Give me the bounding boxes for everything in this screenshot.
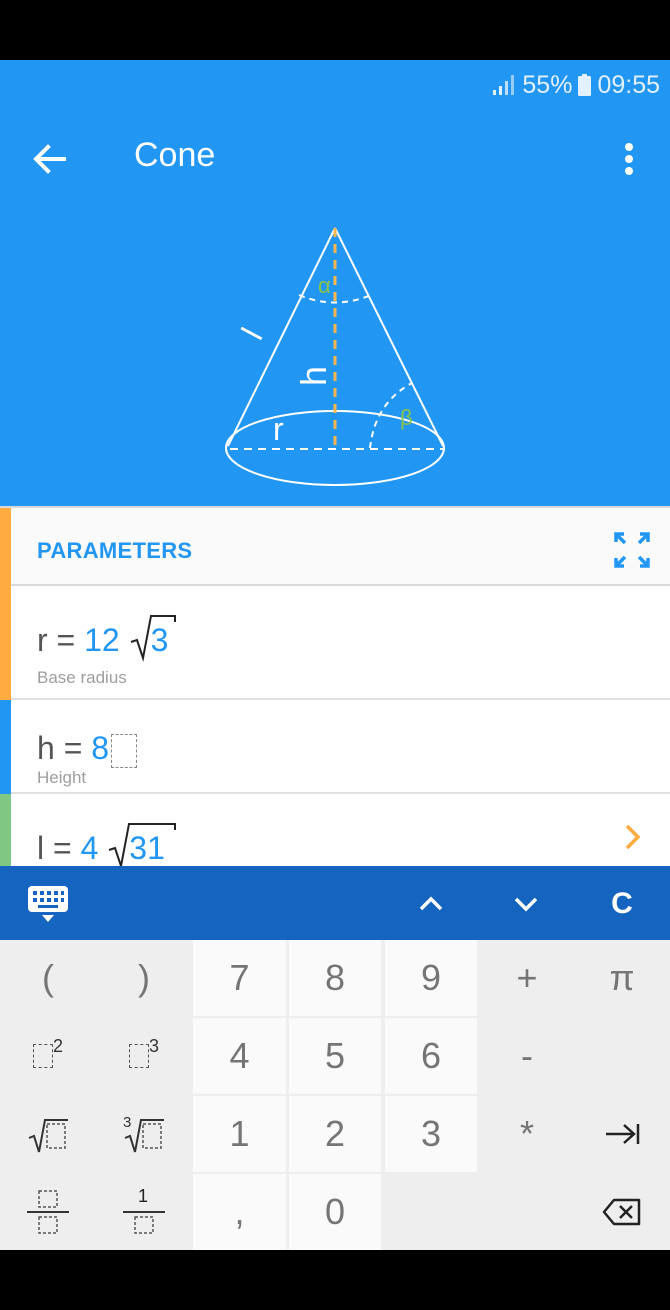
app-bar: Cone: [0, 118, 670, 198]
signal-icon: [493, 75, 515, 95]
radius-label: Base radius: [37, 668, 127, 687]
radius-formula[interactable]: r = 12 3: [37, 615, 176, 662]
row-accent-stripe: [0, 588, 11, 700]
key-fraction[interactable]: [0, 1174, 96, 1250]
sqrt-expression: 3: [129, 615, 176, 662]
h-label: h: [293, 366, 334, 386]
key-left-paren[interactable]: (: [0, 940, 96, 1016]
parameters-header: PARAMETERS: [0, 506, 670, 588]
r-label: r: [273, 411, 284, 447]
key-plus[interactable]: +: [480, 940, 574, 1016]
equals: =: [56, 622, 76, 658]
sqrt-sign-icon: [108, 823, 177, 866]
key-square[interactable]: 2: [0, 1018, 96, 1094]
key-square-root[interactable]: [0, 1096, 96, 1172]
key-3[interactable]: 3: [385, 1096, 477, 1172]
row-accent-stripe: [0, 700, 11, 794]
variable: r: [37, 622, 48, 658]
key-4[interactable]: 4: [193, 1018, 286, 1094]
key-minus[interactable]: -: [480, 1018, 574, 1094]
square-root-icon: [28, 1119, 68, 1153]
reciprocal-numerator: 1: [138, 1186, 149, 1206]
parameter-row-radius[interactable]: r = 12 3 Base radius: [0, 588, 670, 700]
header-accent-stripe: [0, 508, 11, 588]
clear-button[interactable]: C: [600, 882, 644, 926]
key-5[interactable]: 5: [289, 1018, 381, 1094]
variable: h: [37, 730, 55, 766]
key-next-field[interactable]: [574, 1096, 670, 1172]
cube-root-index: 3: [123, 1114, 132, 1131]
chevron-right-icon[interactable]: [620, 822, 646, 852]
key-backspace[interactable]: [574, 1174, 670, 1250]
cube-exponent: 3: [148, 1036, 159, 1056]
tab-arrow-icon: [606, 1124, 640, 1144]
key-9[interactable]: 9: [385, 940, 477, 1016]
parameter-row-height[interactable]: h = 8 Height: [0, 700, 670, 794]
keyboard-toolbar: C: [0, 866, 670, 940]
clock: 09:55: [597, 70, 660, 99]
back-arrow-icon[interactable]: [28, 136, 74, 182]
equals: =: [63, 730, 83, 766]
sqrt-sign-icon: [130, 615, 176, 662]
key-cube-root[interactable]: 3: [96, 1096, 192, 1172]
row-accent-stripe: [0, 794, 11, 866]
fraction-icon: [27, 1190, 69, 1234]
battery-percent: 55%: [522, 70, 573, 99]
l-label: l: [234, 322, 269, 345]
status-bar-background: [0, 0, 670, 60]
coefficient: 4: [80, 830, 99, 866]
key-1[interactable]: 1: [193, 1096, 286, 1172]
value: 8: [91, 730, 110, 766]
variable: l: [37, 830, 45, 866]
navigation-bar-background: [0, 1250, 670, 1310]
height-label: Height: [37, 768, 87, 787]
key-comma[interactable]: ,: [193, 1174, 286, 1250]
keyboard-hide-icon[interactable]: [26, 884, 70, 924]
cone-diagram: α β h r l: [225, 227, 446, 486]
placeholder-box-icon: [32, 1044, 53, 1068]
key-6[interactable]: 6: [385, 1018, 477, 1094]
slant-formula[interactable]: l = 4 31: [37, 823, 177, 866]
chevron-down-icon[interactable]: [510, 888, 542, 920]
key-reciprocal[interactable]: 1: [96, 1174, 192, 1250]
fullscreen-icon[interactable]: [612, 530, 652, 570]
parameter-row-slant[interactable]: l = 4 31: [0, 794, 670, 866]
key-cube[interactable]: 3: [96, 1018, 192, 1094]
parameters-title: PARAMETERS: [37, 538, 193, 563]
math-keypad: ( ) 7 8 9 + π 2 3 4 5 6 - 3 1 2 3 * 1 , …: [0, 940, 670, 1250]
placeholder-box-icon: [128, 1044, 149, 1068]
square-exponent: 2: [52, 1036, 63, 1056]
parameters-section: PARAMETERS r = 12 3 Base radius h = 8 He…: [0, 506, 670, 866]
key-0[interactable]: 0: [289, 1174, 381, 1250]
page-title: Cone: [134, 136, 216, 174]
backspace-icon: [602, 1198, 641, 1226]
sqrt-expression: 31: [107, 823, 177, 866]
height-formula[interactable]: h = 8: [37, 730, 138, 768]
chevron-up-icon[interactable]: [415, 888, 447, 920]
key-pi[interactable]: π: [574, 940, 670, 1016]
key-multiply[interactable]: *: [480, 1096, 574, 1172]
key-8[interactable]: 8: [289, 940, 381, 1016]
equals: =: [53, 830, 72, 866]
input-placeholder-box[interactable]: [111, 733, 138, 768]
battery-icon: [578, 74, 592, 96]
status-bar: 55% 09:55: [492, 70, 660, 100]
key-right-paren[interactable]: ): [96, 940, 192, 1016]
coefficient: 12: [84, 622, 120, 658]
more-options-icon[interactable]: [612, 136, 646, 182]
beta-label: β: [400, 405, 413, 430]
key-2[interactable]: 2: [289, 1096, 381, 1172]
alpha-label: α: [318, 273, 331, 298]
key-7[interactable]: 7: [193, 940, 286, 1016]
